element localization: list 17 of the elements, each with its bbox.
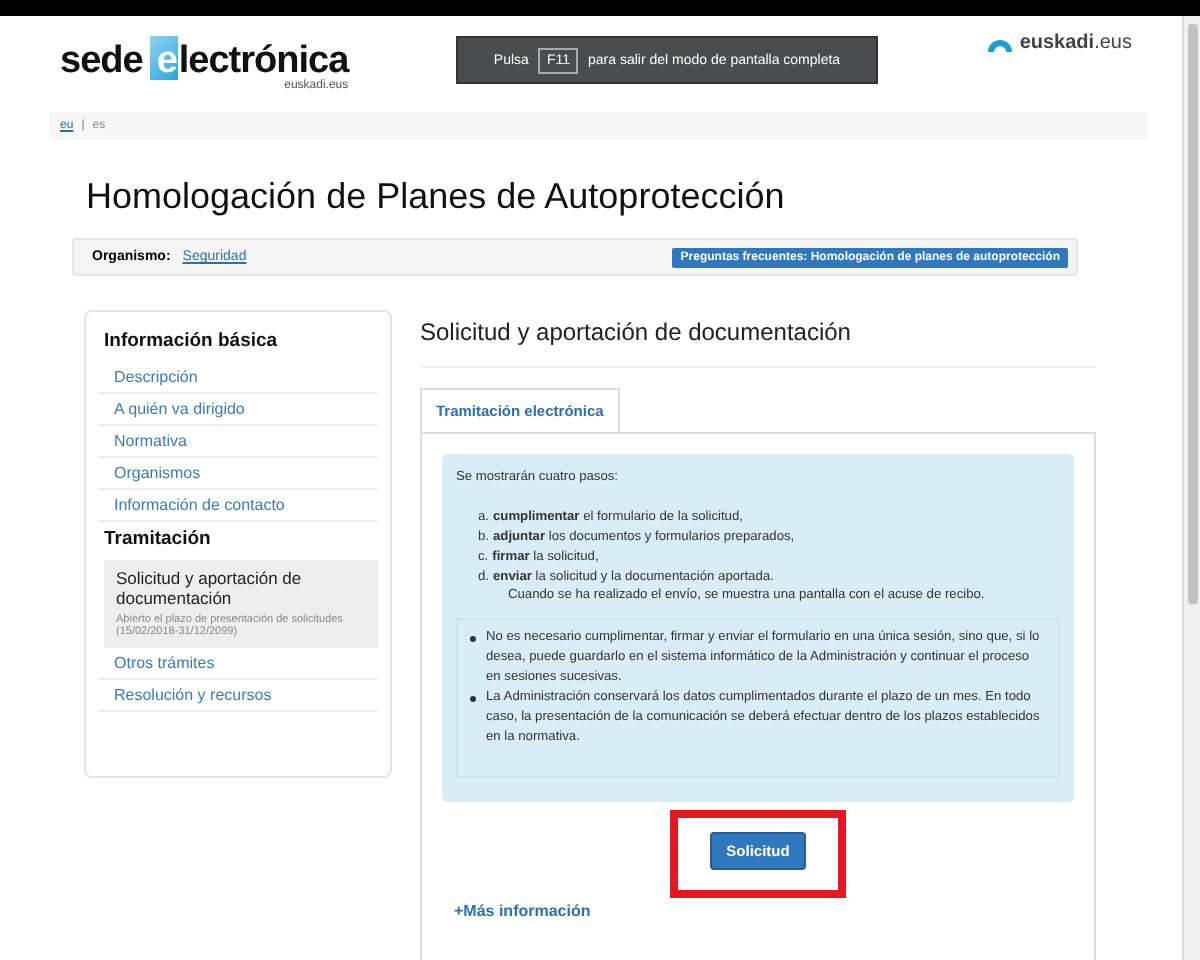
brand-logo[interactable]: euskadi.eus [985,32,1132,54]
bullet-icon [470,636,476,643]
sidebar-item[interactable]: Descripción [98,362,378,394]
section-title: Información básica [104,330,280,352]
sidebar-item[interactable]: A quién va dirigido [98,394,378,426]
section-title: Tramitación [104,528,213,550]
page-title: Homologación de Planes de Autoprotección [86,176,787,218]
sidebar-item[interactable]: Organismos [98,458,378,490]
sidebar-item[interactable]: Información de contacto [98,490,378,522]
bullet-icon [470,696,476,703]
item-label: Solicitud y aportación de documentación [116,568,304,608]
more-info-link[interactable]: +Más información [454,901,591,920]
sidebar-item[interactable]: Resolución y recursos [98,680,378,712]
sidebar-item[interactable]: Otros trámites [98,648,378,680]
sidebar-item[interactable]: Normativa [98,426,378,458]
section-heading: Solicitud y aportación de documentación [420,318,1096,368]
scrollbar[interactable] [1182,16,1200,960]
